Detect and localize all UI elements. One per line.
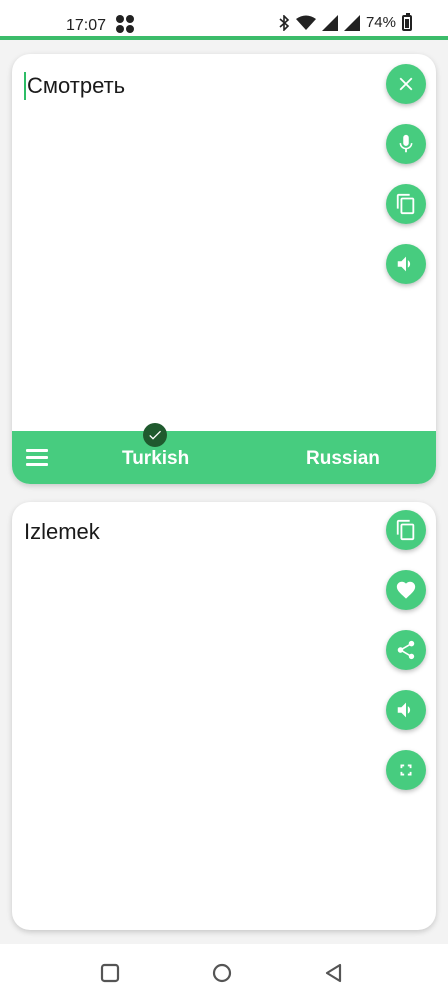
menu-icon[interactable] bbox=[26, 449, 48, 467]
navigation-bar bbox=[0, 944, 448, 1000]
source-text-input[interactable]: Смотреть bbox=[24, 72, 125, 100]
copy-source-button[interactable] bbox=[386, 184, 426, 224]
share-button[interactable] bbox=[386, 630, 426, 670]
clear-button[interactable] bbox=[386, 64, 426, 104]
battery-percent: 74% bbox=[365, 14, 396, 31]
fullscreen-icon bbox=[400, 764, 412, 776]
target-language-button[interactable]: Russian bbox=[306, 448, 380, 470]
recents-button[interactable] bbox=[99, 962, 121, 984]
battery-icon bbox=[402, 12, 412, 31]
output-panel: Izlemek bbox=[12, 502, 436, 930]
source-panel: Смотреть Turkish Russian bbox=[12, 54, 436, 484]
notification-dots-icon bbox=[116, 15, 136, 35]
volume-icon bbox=[397, 256, 411, 272]
fullscreen-button[interactable] bbox=[386, 750, 426, 790]
bluetooth-icon bbox=[279, 14, 290, 31]
speak-source-button[interactable] bbox=[386, 244, 426, 284]
triangle-back-icon bbox=[325, 963, 342, 983]
favorite-button[interactable] bbox=[386, 570, 426, 610]
check-icon bbox=[143, 423, 167, 447]
copy-icon bbox=[396, 519, 415, 541]
close-icon bbox=[399, 77, 413, 91]
source-language-button[interactable]: Turkish bbox=[122, 448, 189, 470]
copy-icon bbox=[396, 193, 415, 215]
copy-translation-button[interactable] bbox=[386, 510, 426, 550]
signal-icon bbox=[321, 14, 338, 31]
speak-translation-button[interactable] bbox=[386, 690, 426, 730]
microphone-icon bbox=[399, 134, 413, 153]
heart-icon bbox=[396, 581, 416, 599]
status-indicators: 74% bbox=[278, 12, 412, 31]
voice-input-button[interactable] bbox=[386, 124, 426, 164]
circle-icon bbox=[212, 963, 232, 983]
square-icon bbox=[100, 963, 120, 983]
wifi-icon bbox=[295, 15, 316, 30]
volume-icon bbox=[397, 702, 411, 718]
signal-icon bbox=[343, 14, 360, 31]
share-icon bbox=[397, 640, 415, 660]
status-time: 17:07 bbox=[66, 17, 107, 34]
translation-text: Izlemek bbox=[24, 519, 100, 544]
language-bar: Turkish Russian bbox=[12, 431, 436, 484]
status-bar: 17:07 74% bbox=[0, 0, 448, 40]
back-button[interactable] bbox=[323, 962, 345, 984]
home-button[interactable] bbox=[211, 962, 233, 984]
